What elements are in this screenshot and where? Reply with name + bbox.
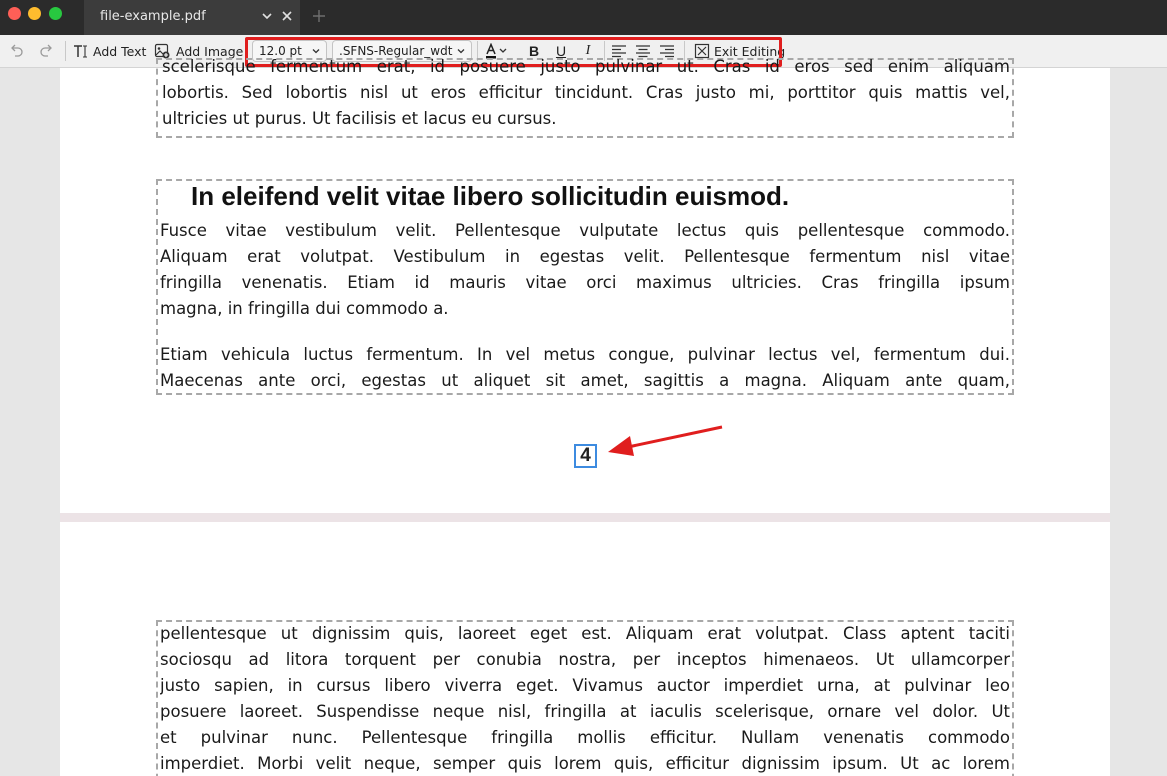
text-line: posuere laoreet. Suspendisse neque nisl,… [160, 702, 1010, 721]
text-line: scelerisque fermentum erat, id posuere j… [162, 57, 1010, 76]
paragraph: scelerisque fermentum erat, id posuere j… [162, 54, 1010, 132]
tab-title: file-example.pdf [100, 9, 206, 24]
chevron-down-icon[interactable] [260, 9, 274, 23]
section-heading: In eleifend velit vitae libero sollicitu… [191, 181, 790, 211]
text-box[interactable]: In eleifend velit vitae libero sollicitu… [156, 179, 1014, 395]
pdf-page-5: pellentesque ut dignissim quis, laoreet … [60, 522, 1110, 776]
page-separator [60, 513, 1110, 522]
toolbar-divider [65, 41, 66, 61]
text-line: justo sapien, in cursus libero viverra e… [160, 676, 1010, 695]
title-bar: file-example.pdf [0, 0, 1167, 35]
text-line: pellentesque ut dignissim quis, laoreet … [160, 624, 1010, 643]
text-line: fringilla venenatis. Etiam id mauris vit… [160, 273, 1010, 292]
redo-icon[interactable] [39, 43, 55, 59]
text-line: Aliquam erat volutpat. Vestibulum in ege… [160, 247, 1010, 266]
new-tab-icon[interactable] [311, 8, 327, 24]
text-box[interactable]: scelerisque fermentum erat, id posuere j… [156, 57, 1014, 138]
paragraph: Fusce vitae vestibulum velit. Pellentesq… [160, 218, 1010, 322]
text-line: et pulvinar nunc. Pellentesque fringilla… [160, 728, 1010, 747]
text-line: ultricies ut purus. Ut facilisis et lacu… [162, 109, 557, 128]
paragraph: pellentesque ut dignissim quis, laoreet … [160, 621, 1010, 776]
close-tab-icon[interactable] [280, 9, 294, 23]
close-window-button[interactable] [8, 7, 21, 20]
text-line: Etiam vehicula luctus fermentum. In vel … [160, 345, 1010, 364]
text-box[interactable]: pellentesque ut dignissim quis, laoreet … [156, 620, 1014, 776]
text-line: lobortis. Sed lobortis nisl ut eros effi… [162, 83, 1010, 102]
undo-icon[interactable] [8, 43, 24, 59]
text-line: imperdiet. Morbi velit neque, semper qui… [160, 754, 1010, 773]
add-text-button[interactable]: Add Text [93, 44, 146, 59]
minimize-window-button[interactable] [28, 7, 41, 20]
text-line: magna, in fringilla dui commodo a. [160, 299, 449, 318]
document-tab[interactable]: file-example.pdf [84, 0, 300, 35]
text-line: sociosqu ad litora torquent per conubia … [160, 650, 1010, 669]
red-arrow-annotation [608, 425, 723, 456]
add-text-icon[interactable] [73, 43, 89, 59]
page-number[interactable]: 4 [574, 444, 597, 468]
paragraph: Etiam vehicula luctus fermentum. In vel … [160, 342, 1010, 394]
text-line: Fusce vitae vestibulum velit. Pellentesq… [160, 221, 1010, 240]
zoom-window-button[interactable] [49, 7, 62, 20]
text-line: Maecenas ante orci, egestas ut aliquet s… [160, 371, 1010, 390]
